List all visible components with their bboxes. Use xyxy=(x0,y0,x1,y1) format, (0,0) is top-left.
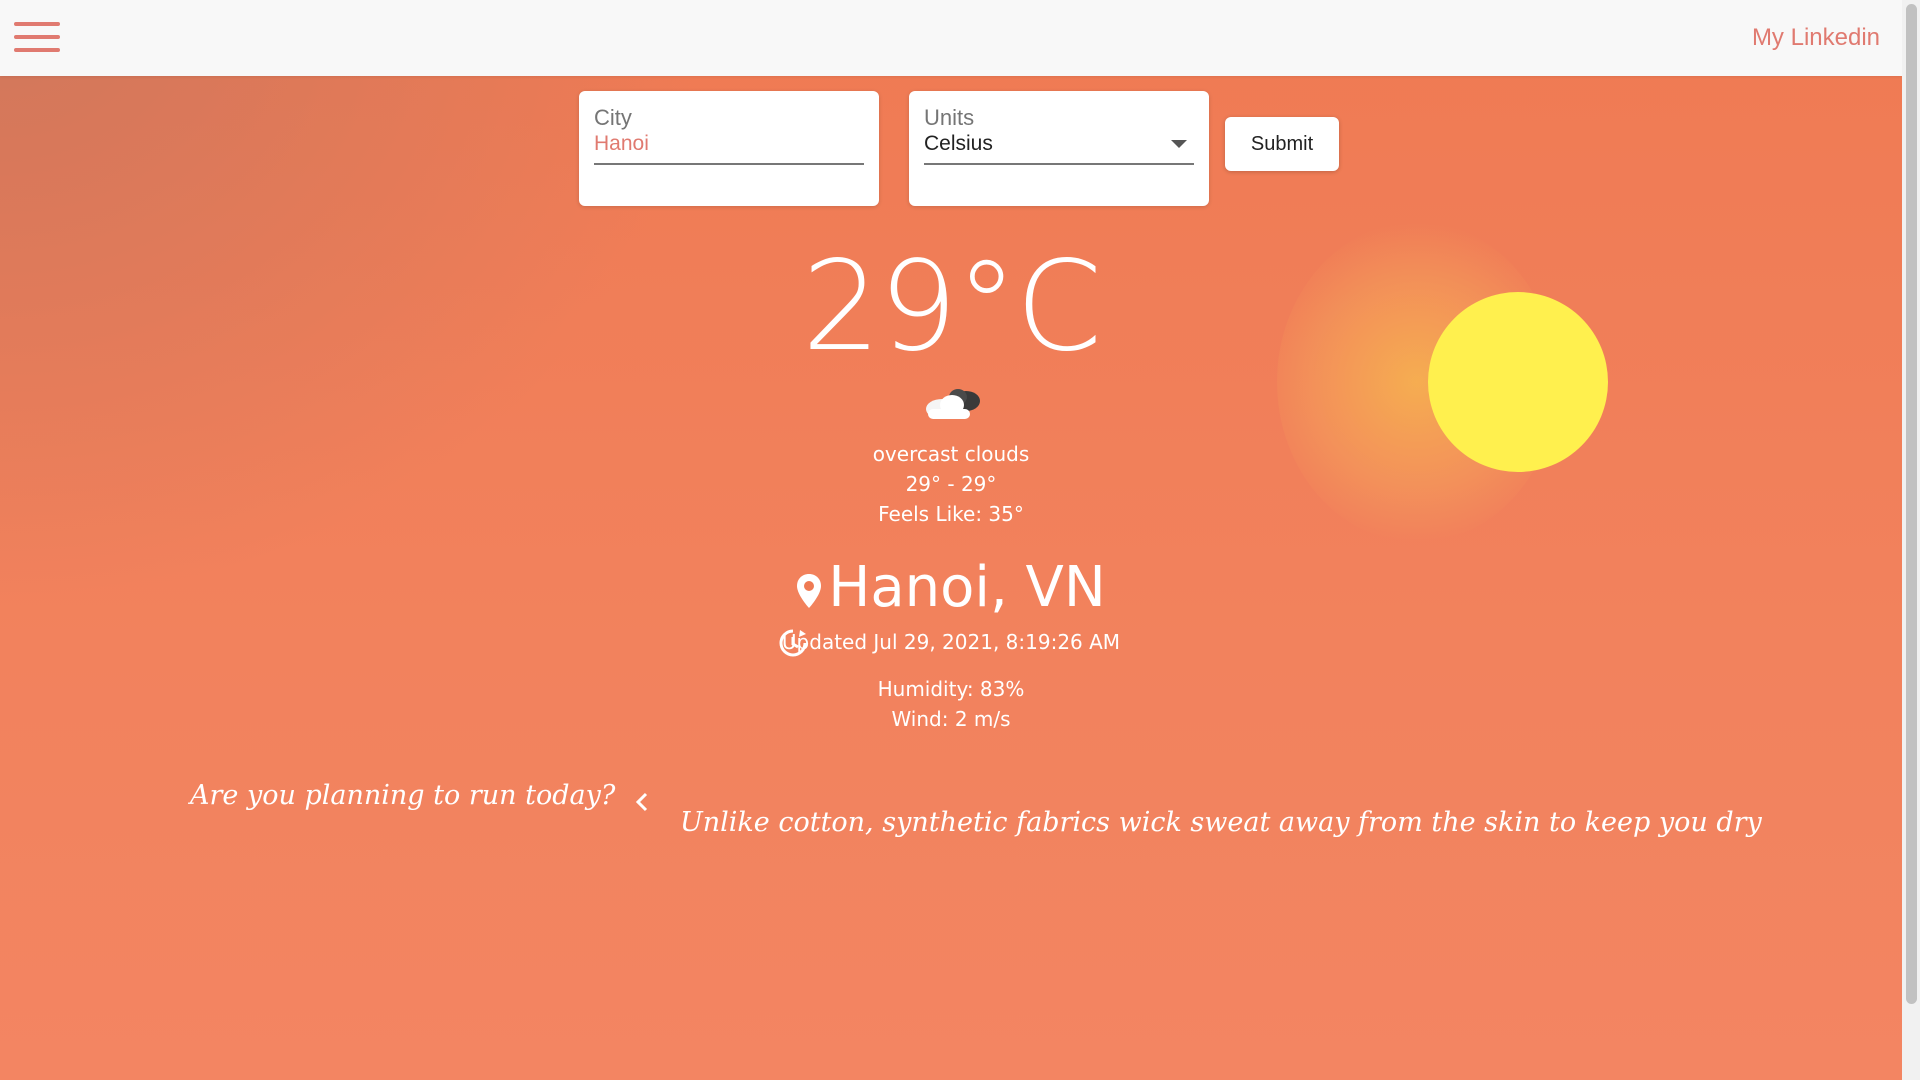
units-underline xyxy=(924,163,1194,165)
dropdown-arrow-icon[interactable] xyxy=(1171,140,1187,148)
hamburger-menu-icon[interactable] xyxy=(14,22,60,54)
location-name: Hanoi, VN xyxy=(828,555,1106,620)
city-underline xyxy=(594,163,864,165)
weather-description: overcast clouds xyxy=(872,442,1030,466)
chevron-left-icon[interactable] xyxy=(632,790,652,814)
scrollbar-thumb[interactable] xyxy=(1906,4,1917,1004)
top-navbar: My Linkedin xyxy=(0,0,1902,76)
running-question: Are you planning to run today? xyxy=(190,780,616,811)
city-input[interactable]: Hanoi xyxy=(594,132,649,156)
humidity: Humidity: 83% xyxy=(877,677,1025,701)
units-select[interactable]: Units Celsius xyxy=(909,91,1209,206)
submit-button[interactable]: Submit xyxy=(1225,117,1339,171)
linkedin-link[interactable]: My Linkedin xyxy=(1752,24,1880,52)
location-title: Hanoi, VN xyxy=(0,555,1902,620)
city-label: City xyxy=(594,105,632,130)
wind: Wind: 2 m/s xyxy=(891,707,1011,731)
overcast-cloud-icon xyxy=(926,389,980,419)
scrollbar[interactable] xyxy=(1902,0,1920,1080)
units-value[interactable]: Celsius xyxy=(924,132,993,156)
feels-like: Feels Like: 35° xyxy=(878,502,1024,526)
updated-timestamp: Updated Jul 29, 2021, 8:19:26 AM xyxy=(781,630,1121,654)
city-field[interactable]: City Hanoi xyxy=(579,91,879,206)
temperature: 29°C xyxy=(801,235,1102,379)
temperature-range: 29° - 29° xyxy=(905,472,997,496)
location-pin-icon xyxy=(797,573,822,608)
units-label: Units xyxy=(924,105,975,130)
running-tip: Unlike cotton, synthetic fabrics wick sw… xyxy=(680,807,1762,838)
